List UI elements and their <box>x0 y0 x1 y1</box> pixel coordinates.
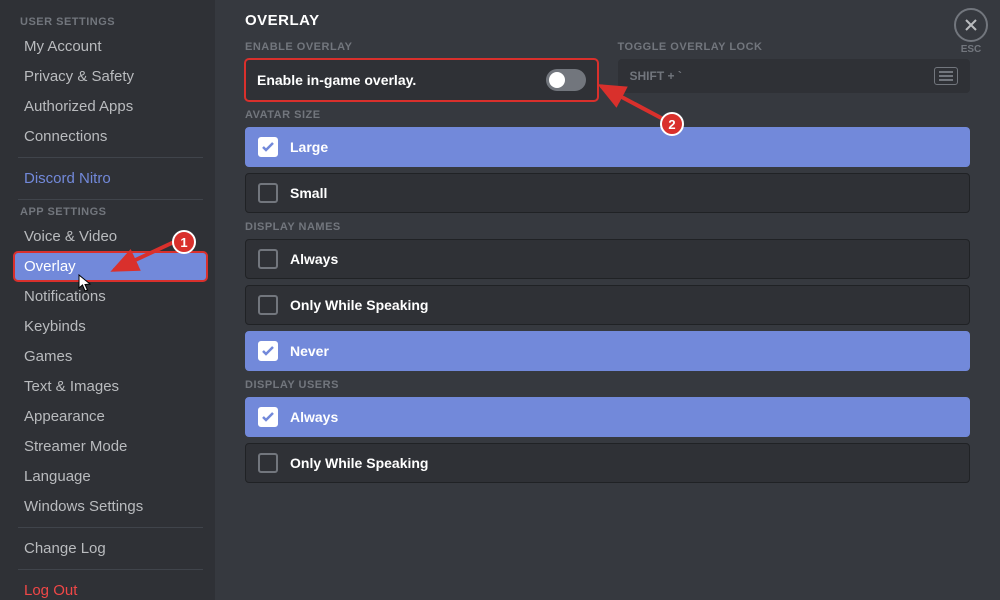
divider <box>18 157 203 158</box>
avatar-size-large[interactable]: Large <box>245 127 970 167</box>
option-label: Large <box>290 139 328 155</box>
avatar-size-small[interactable]: Small <box>245 173 970 213</box>
display-users-heading: DISPLAY USERS <box>245 379 970 391</box>
display-names-heading: DISPLAY NAMES <box>245 221 970 233</box>
option-label: Only While Speaking <box>290 297 428 313</box>
sidebar-item-privacy[interactable]: Privacy & Safety <box>14 62 207 91</box>
settings-sidebar: USER SETTINGS My Account Privacy & Safet… <box>0 0 215 600</box>
display-names-always[interactable]: Always <box>245 239 970 279</box>
sidebar-item-language[interactable]: Language <box>14 462 207 491</box>
sidebar-item-notifications[interactable]: Notifications <box>14 282 207 311</box>
divider <box>18 527 203 528</box>
option-label: Never <box>290 343 329 359</box>
close-icon <box>964 18 978 32</box>
toggle-lock-heading: TOGGLE OVERLAY LOCK <box>618 41 971 53</box>
option-label: Always <box>290 251 338 267</box>
annotation-badge-2: 2 <box>660 112 684 136</box>
sidebar-item-text-images[interactable]: Text & Images <box>14 372 207 401</box>
enable-overlay-heading: ENABLE OVERLAY <box>245 41 598 53</box>
user-settings-heading: USER SETTINGS <box>20 16 207 28</box>
enable-overlay-row[interactable]: Enable in-game overlay. <box>245 59 598 101</box>
enable-overlay-label: Enable in-game overlay. <box>257 72 416 88</box>
display-users-speaking[interactable]: Only While Speaking <box>245 443 970 483</box>
sidebar-item-windows[interactable]: Windows Settings <box>14 492 207 521</box>
sidebar-item-connections[interactable]: Connections <box>14 122 207 151</box>
sidebar-item-authorized-apps[interactable]: Authorized Apps <box>14 92 207 121</box>
sidebar-item-nitro[interactable]: Discord Nitro <box>14 164 207 193</box>
divider <box>18 569 203 570</box>
display-names-never[interactable]: Never <box>245 331 970 371</box>
sidebar-item-changelog[interactable]: Change Log <box>14 534 207 563</box>
sidebar-item-streamer[interactable]: Streamer Mode <box>14 432 207 461</box>
sidebar-item-overlay[interactable]: Overlay <box>14 252 207 281</box>
sidebar-item-keybinds[interactable]: Keybinds <box>14 312 207 341</box>
option-label: Only While Speaking <box>290 455 428 471</box>
display-names-speaking[interactable]: Only While Speaking <box>245 285 970 325</box>
annotation-badge-1: 1 <box>172 230 196 254</box>
keyboard-icon <box>934 67 958 85</box>
toggle-lock-keybind[interactable]: SHIFT + ` <box>618 59 971 93</box>
esc-label: ESC <box>954 44 988 55</box>
option-label: Always <box>290 409 338 425</box>
sidebar-item-my-account[interactable]: My Account <box>14 32 207 61</box>
sidebar-item-logout[interactable]: Log Out <box>14 576 207 600</box>
divider <box>18 199 203 200</box>
enable-overlay-toggle[interactable] <box>546 69 586 91</box>
sidebar-item-appearance[interactable]: Appearance <box>14 402 207 431</box>
keybind-value: SHIFT + ` <box>630 69 682 83</box>
option-label: Small <box>290 185 327 201</box>
close-button[interactable] <box>954 8 988 42</box>
cursor-icon <box>78 274 92 292</box>
close-wrap: ESC <box>954 8 988 55</box>
main-panel: OVERLAY ENABLE OVERLAY Enable in-game ov… <box>215 0 1000 600</box>
app-settings-heading: APP SETTINGS <box>20 206 207 218</box>
page-title: OVERLAY <box>245 12 970 29</box>
avatar-size-heading: AVATAR SIZE <box>245 109 970 121</box>
sidebar-item-games[interactable]: Games <box>14 342 207 371</box>
display-users-always[interactable]: Always <box>245 397 970 437</box>
